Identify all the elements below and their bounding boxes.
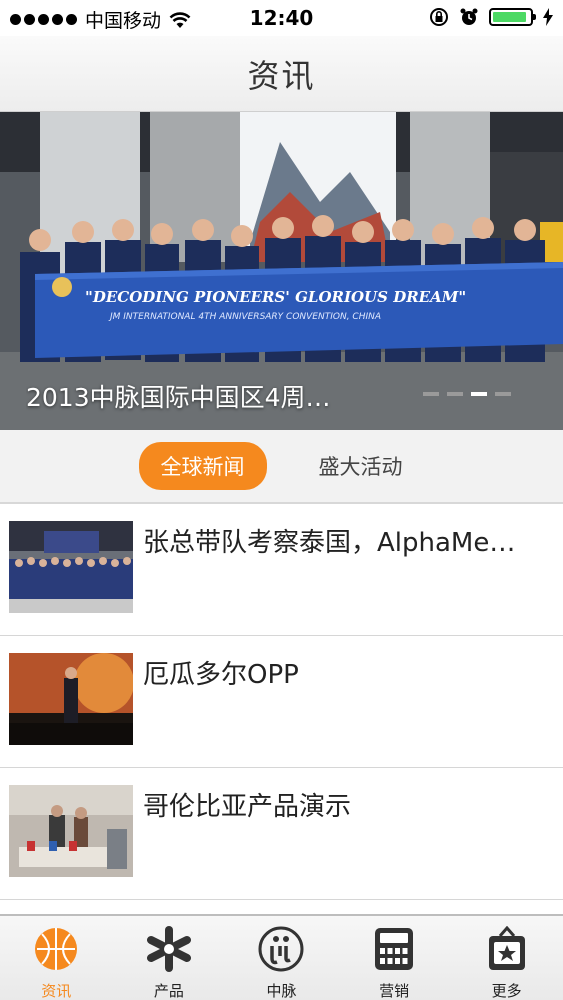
- page-title: 资讯: [247, 56, 316, 95]
- jm-logo-icon: [258, 926, 304, 972]
- tab-label: 更多: [491, 982, 522, 1000]
- tab-label: 营销: [379, 982, 410, 1000]
- category-segmented-control: 全球新闻 盛大活动: [0, 430, 563, 504]
- news-thumbnail: [9, 653, 133, 745]
- tab-product-asterisk[interactable]: 产品: [113, 916, 226, 1000]
- tab-label: 产品: [153, 982, 184, 1000]
- tab-label: 中脉: [266, 982, 297, 1000]
- carousel-page-indicator[interactable]: [423, 392, 511, 396]
- news-list: 张总带队考察泰国，AlphaMe… 厄瓜多尔OPP 哥伦比亚产品演示: [0, 504, 563, 900]
- alarm-icon: [460, 8, 478, 25]
- news-ball-icon: [35, 928, 78, 970]
- carousel-dot[interactable]: [471, 392, 487, 396]
- tab-more-bag[interactable]: 更多: [450, 916, 563, 1000]
- orientation-lock-icon: [430, 8, 448, 26]
- product-asterisk-icon: [146, 926, 191, 972]
- carousel-dot[interactable]: [447, 392, 463, 396]
- segment-tab-grand-events[interactable]: 盛大活动: [297, 442, 425, 490]
- news-list-item[interactable]: 张总带队考察泰国，AlphaMe…: [0, 504, 563, 636]
- tab-calculator[interactable]: 营销: [338, 916, 451, 1000]
- battery-icon: [489, 8, 536, 26]
- news-title: 张总带队考察泰国，AlphaMe…: [143, 528, 516, 558]
- bottom-tab-bar: 资讯 产品 中脉 营销 更多: [0, 914, 563, 1000]
- status-right: [429, 7, 553, 27]
- navigation-bar: 资讯: [0, 36, 563, 112]
- news-title: 厄瓜多尔OPP: [143, 660, 299, 690]
- news-thumbnail: [9, 521, 133, 613]
- app-screen: 中国移动 12:40 资讯 "DECODING PIONEERS' GLORIO…: [0, 0, 563, 1000]
- banner-carousel[interactable]: "DECODING PIONEERS' GLORIOUS DREAM" JM I…: [0, 112, 563, 430]
- news-list-item[interactable]: 厄瓜多尔OPP: [0, 636, 563, 768]
- charging-bolt-icon: [543, 8, 553, 26]
- battery-level: [493, 12, 527, 22]
- banner-caption: 2013中脉国际中国区4周…: [26, 383, 331, 412]
- tab-label: 资讯: [41, 982, 72, 1000]
- banner-subheadline-text: JM INTERNATIONAL 4TH ANNIVERSARY CONVENT…: [108, 312, 381, 322]
- status-bar: 中国移动 12:40: [0, 0, 563, 36]
- tab-jm-logo[interactable]: 中脉: [225, 916, 338, 1000]
- news-title: 哥伦比亚产品演示: [143, 792, 352, 822]
- tab-news-ball[interactable]: 资讯: [0, 916, 113, 1000]
- banner-headline-text: "DECODING PIONEERS' GLORIOUS DREAM": [85, 288, 466, 306]
- more-bag-icon: [488, 926, 525, 970]
- news-list-item[interactable]: 哥伦比亚产品演示: [0, 768, 563, 900]
- news-thumbnail: [9, 785, 133, 877]
- carousel-dot[interactable]: [495, 392, 511, 396]
- segment-tab-global-news[interactable]: 全球新闻: [138, 442, 267, 490]
- carousel-dot[interactable]: [423, 392, 439, 396]
- calculator-icon: [375, 928, 414, 970]
